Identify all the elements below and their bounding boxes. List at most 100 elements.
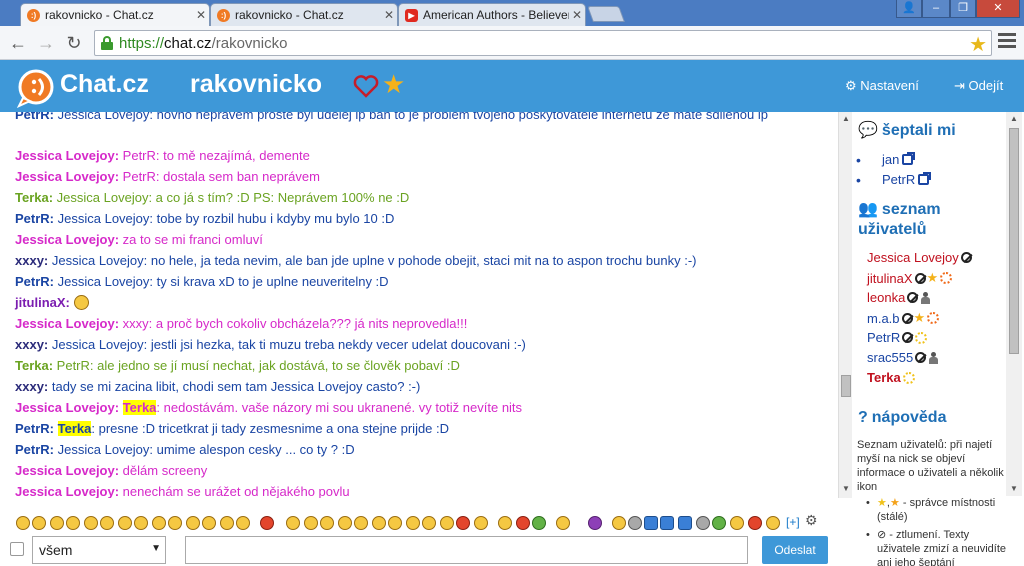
smiley-icon[interactable] <box>320 516 334 530</box>
smiley-icon[interactable] <box>152 516 166 530</box>
message-nick[interactable]: jitulinaX: <box>15 295 70 310</box>
whisper-item-jan[interactable]: jan <box>856 152 916 168</box>
smiley-icon[interactable] <box>456 516 470 530</box>
smiley-icon[interactable] <box>406 516 420 530</box>
smiley-icon[interactable] <box>220 516 234 530</box>
skype-icon[interactable] <box>678 516 692 530</box>
settings-link[interactable]: ⚙ Nastavení <box>845 78 919 94</box>
twitter-icon[interactable] <box>660 516 674 530</box>
smiley-icon[interactable] <box>66 516 80 530</box>
smiley-icon[interactable] <box>236 516 250 530</box>
user-jessica-lovejoy[interactable]: Jessica Lovejoy <box>867 250 972 265</box>
message-input[interactable] <box>185 536 748 564</box>
smiley-icon[interactable] <box>516 516 530 530</box>
logo-text[interactable]: Chat.cz <box>60 70 149 99</box>
facebook-icon[interactable] <box>644 516 658 530</box>
close-icon[interactable]: ✕ <box>381 8 397 22</box>
smiley-icon[interactable] <box>354 516 368 530</box>
user-terka[interactable]: Terka <box>867 370 915 385</box>
smiley-icon[interactable] <box>84 516 98 530</box>
more-smileys-link[interactable]: [+] <box>786 515 800 529</box>
message-nick[interactable]: xxxy: <box>15 337 48 352</box>
smiley-icon[interactable] <box>588 516 602 530</box>
scroll-down-icon[interactable]: ▼ <box>839 484 853 493</box>
message-nick[interactable]: Jessica Lovejoy: <box>15 232 119 247</box>
reload-icon[interactable]: ↻ <box>64 33 84 53</box>
smiley-icon[interactable] <box>50 516 64 530</box>
message-nick[interactable]: Terka: <box>15 190 53 205</box>
external-link-icon[interactable] <box>918 172 932 185</box>
smiley-icon[interactable] <box>696 516 710 530</box>
new-tab-button[interactable] <box>587 6 625 22</box>
message-nick[interactable]: Jessica Lovejoy: <box>15 463 119 478</box>
smiley-icon[interactable] <box>100 516 114 530</box>
whisper-item-petrr[interactable]: PetrR <box>856 172 932 188</box>
smiley-icon[interactable] <box>766 516 780 530</box>
back-icon[interactable]: ← <box>8 33 28 53</box>
smiley-icon[interactable] <box>440 516 454 530</box>
minimize-icon[interactable]: – <box>922 0 950 18</box>
chat-scrollbar[interactable]: ▲ ▼ <box>838 112 852 498</box>
forward-icon[interactable]: → <box>36 33 56 53</box>
smiley-icon[interactable] <box>260 516 274 530</box>
smiley-icon[interactable] <box>748 516 762 530</box>
message-nick[interactable]: PetrR: <box>15 112 54 122</box>
smiley-icon[interactable] <box>556 516 570 530</box>
mute-icon[interactable] <box>907 292 919 303</box>
mute-icon[interactable] <box>914 272 926 284</box>
external-link-icon[interactable] <box>902 152 916 165</box>
user-leonka[interactable]: leonka <box>867 290 931 305</box>
recipient-select[interactable]: všem ▼ <box>32 536 166 564</box>
mute-icon[interactable] <box>960 252 972 263</box>
smiley-icon[interactable] <box>186 516 200 530</box>
scroll-up-icon[interactable]: ▲ <box>839 114 853 123</box>
send-button[interactable]: Odeslat <box>762 536 828 564</box>
smiley-icon[interactable] <box>498 516 512 530</box>
smiley-icon[interactable] <box>16 516 30 530</box>
profile-icon[interactable]: 👤 <box>896 0 922 18</box>
smiley-icon[interactable] <box>168 516 182 530</box>
smiley-icon[interactable] <box>286 516 300 530</box>
window-close-icon[interactable]: ✕ <box>976 0 1020 18</box>
mute-icon[interactable] <box>902 332 914 343</box>
message-nick[interactable]: PetrR: <box>15 211 54 226</box>
chat-logo-icon[interactable] <box>15 68 55 108</box>
smiley-icon[interactable] <box>628 516 642 530</box>
heart-icon[interactable] <box>353 74 379 98</box>
message-nick[interactable]: PetrR: <box>15 442 54 457</box>
smiley-icon[interactable] <box>422 516 436 530</box>
smiley-icon[interactable] <box>304 516 318 530</box>
message-nick[interactable]: Jessica Lovejoy: <box>15 169 119 184</box>
user-srac555[interactable]: srac555 <box>867 350 939 365</box>
tab-rakovnicko-2[interactable]: :) rakovnicko - Chat.cz ✕ <box>210 3 398 26</box>
scroll-thumb[interactable] <box>1009 128 1019 354</box>
smiley-icon[interactable] <box>612 516 626 530</box>
favorite-star-icon[interactable]: ★ <box>382 69 405 100</box>
message-nick[interactable]: Jessica Lovejoy: <box>15 484 119 498</box>
scroll-thumb[interactable] <box>841 375 851 397</box>
message-nick[interactable]: xxxy: <box>15 379 48 394</box>
maximize-icon[interactable]: ❐ <box>950 0 976 18</box>
scroll-down-icon[interactable]: ▼ <box>1006 484 1022 493</box>
mention-highlight[interactable]: Terka <box>122 400 157 415</box>
mute-icon[interactable] <box>915 352 927 363</box>
user-jitulinax[interactable]: jitulinaX ★ <box>867 270 953 286</box>
user-mab[interactable]: m.a.b ★ <box>867 310 940 326</box>
close-icon[interactable]: ✕ <box>569 8 585 22</box>
smiley-icon[interactable] <box>372 516 386 530</box>
mute-icon[interactable] <box>901 312 913 324</box>
message-nick[interactable]: Jessica Lovejoy: <box>15 148 119 163</box>
smiley-icon[interactable] <box>388 516 402 530</box>
tab-rakovnicko-1[interactable]: :) rakovnicko - Chat.cz ✕ <box>20 3 210 26</box>
user-petrr[interactable]: PetrR <box>867 330 928 345</box>
message-nick[interactable]: xxxy: <box>15 253 48 268</box>
smiley-icon[interactable] <box>202 516 216 530</box>
whisper-checkbox[interactable] <box>10 542 24 556</box>
smiley-icon[interactable] <box>474 516 488 530</box>
smiley-icon[interactable] <box>32 516 46 530</box>
gear-icon[interactable]: ⚙ <box>805 512 818 529</box>
smiley-icon[interactable] <box>532 516 546 530</box>
message-nick[interactable]: PetrR: <box>15 274 54 289</box>
mention-highlight[interactable]: Terka <box>57 421 92 436</box>
sidebar-scrollbar[interactable]: ▲ ▼ <box>1006 112 1022 496</box>
